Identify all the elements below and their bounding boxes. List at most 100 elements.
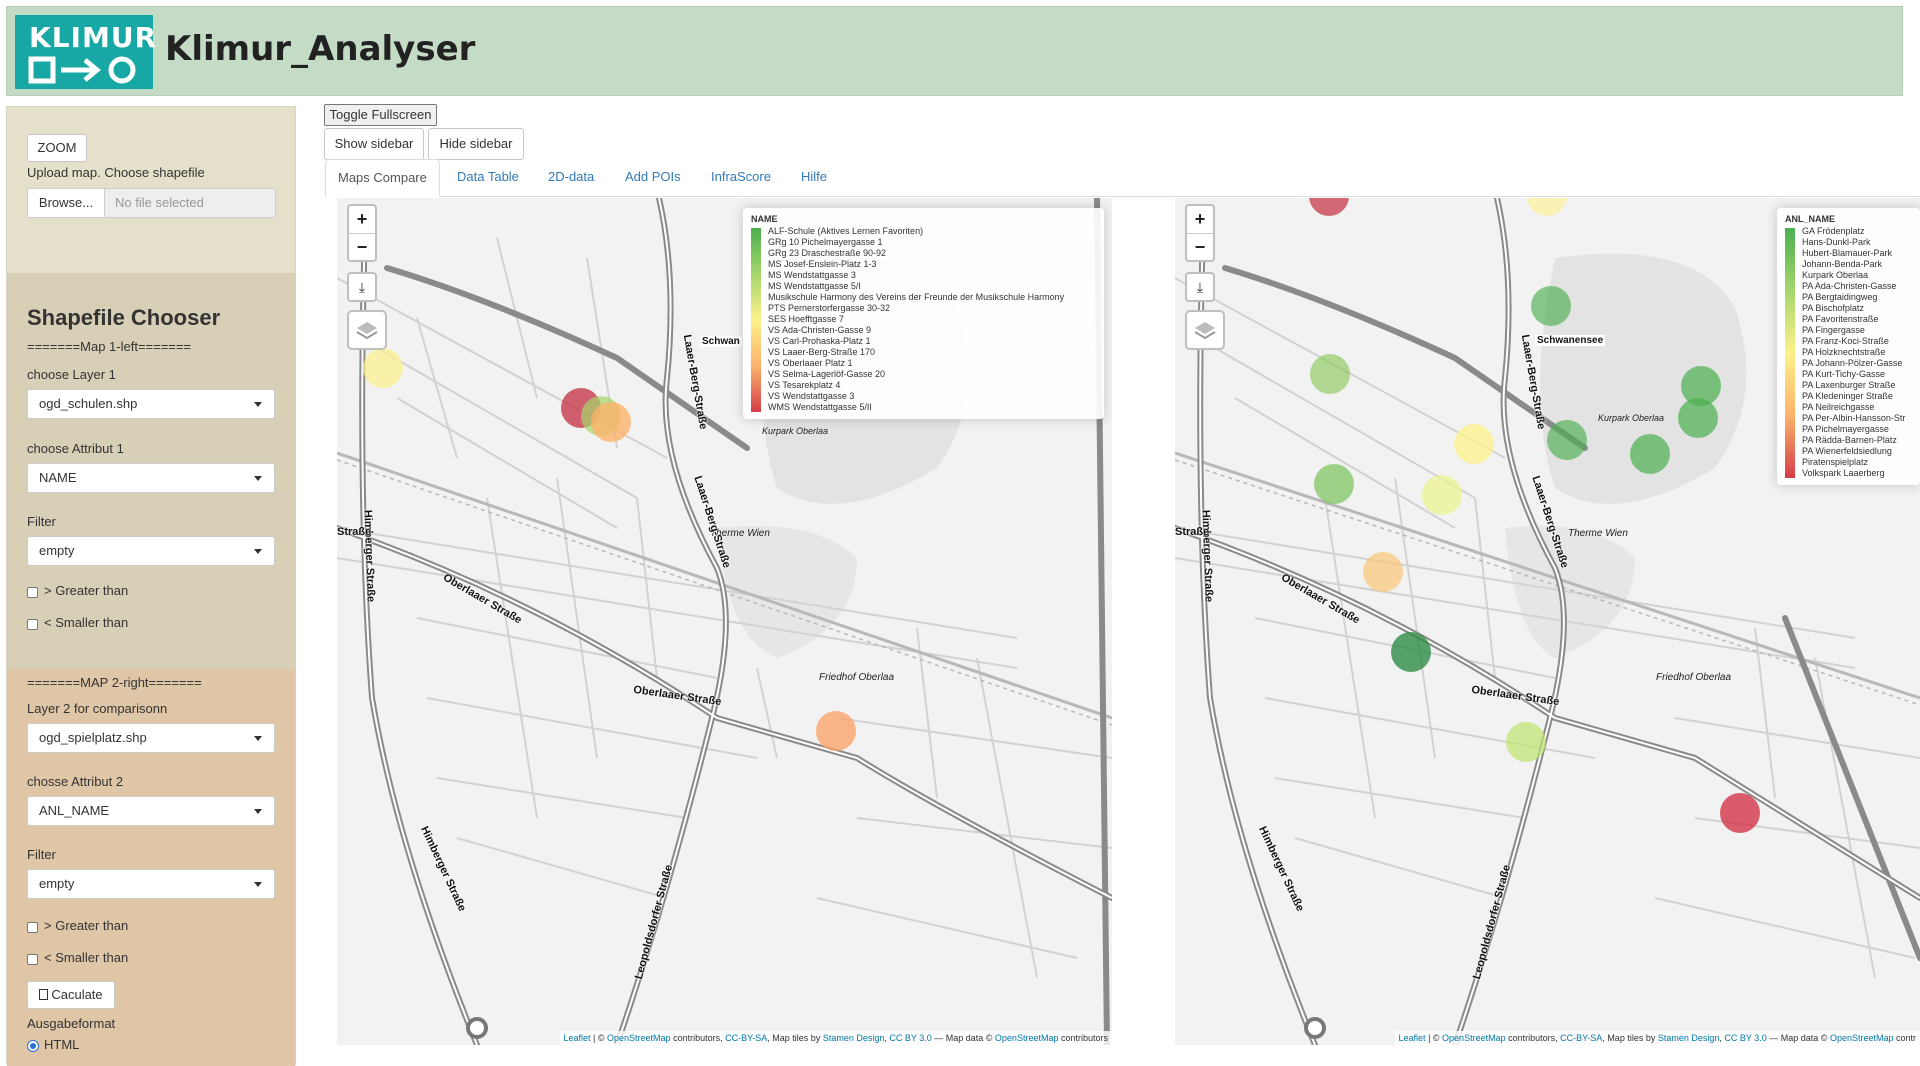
tab-bar: Maps Compare Data Table 2D-data Add POIs… <box>325 159 1920 197</box>
html-radio-label: HTML <box>44 1037 80 1052</box>
map1-heading: =======Map 1-left======= <box>27 339 192 354</box>
tab-maps-compare[interactable]: Maps Compare <box>325 159 440 197</box>
legend-item: GRg 23 Draschestraße 90-92 <box>768 248 887 258</box>
download-icon[interactable]: ⤓ <box>1185 272 1215 302</box>
filter1-select[interactable]: empty <box>27 536 275 566</box>
playground-marker[interactable] <box>1314 464 1354 504</box>
attr1-select[interactable]: NAME <box>27 463 275 493</box>
tab-add-pois[interactable]: Add POIs <box>613 159 693 197</box>
smaller1-checkbox[interactable] <box>27 619 38 630</box>
hide-sidebar-button[interactable]: Hide sidebar <box>428 128 524 160</box>
playground-marker[interactable] <box>1391 632 1431 672</box>
legend-item: PA Kurt-Tichy-Gasse <box>1802 369 1886 379</box>
school-marker[interactable] <box>363 348 403 388</box>
calculate-button[interactable]: Caculate <box>27 981 115 1009</box>
zoom-in-button[interactable]: + <box>1187 206 1213 233</box>
attr-contrib: contributors, <box>1505 1033 1561 1043</box>
sidebar-map1-section: Shapefile Chooser =======Map 1-left=====… <box>7 273 295 669</box>
greater2-label: > Greater than <box>44 918 129 933</box>
map-left[interactable]: Therme Wien Friedhof Oberlaa Kurpark Obe… <box>337 198 1112 1045</box>
browse-button[interactable]: Browse... <box>27 188 105 218</box>
show-sidebar-button[interactable]: Show sidebar <box>324 128 424 160</box>
osm-link-2[interactable]: OpenStreetMap <box>1830 1033 1894 1043</box>
greater1-checkbox[interactable] <box>27 587 38 598</box>
ccby-link[interactable]: CC BY 3.0 <box>889 1033 931 1043</box>
playground-marker[interactable] <box>1678 398 1718 438</box>
html-radio[interactable] <box>27 1040 39 1052</box>
legend-item: VS Wendstattgasse 3 <box>768 391 855 401</box>
download-icon[interactable]: ⤓ <box>347 272 377 302</box>
playground-marker[interactable] <box>1363 552 1403 592</box>
greater2-checkbox[interactable] <box>27 922 38 933</box>
legend-item: Volkspark Laaerberg <box>1802 468 1885 478</box>
chevron-down-icon <box>254 736 262 741</box>
layer1-value: ogd_schulen.shp <box>39 396 138 411</box>
attr-sep: | © <box>1425 1033 1443 1043</box>
leaflet-link[interactable]: Leaflet <box>1399 1033 1426 1043</box>
map-right[interactable]: Schwanensee Kurpark Oberlaa Therme Wien … <box>1175 198 1920 1045</box>
smaller2-label: < Smaller than <box>44 950 129 965</box>
layer2-select[interactable]: ogd_spielplatz.shp <box>27 723 275 753</box>
zoom-out-button[interactable]: − <box>349 233 375 260</box>
greater1-label: > Greater than <box>44 583 129 598</box>
zoom-in-button[interactable]: + <box>349 206 375 233</box>
playground-marker[interactable] <box>1454 424 1494 464</box>
playground-marker[interactable] <box>1547 420 1587 460</box>
playground-marker[interactable] <box>1720 793 1760 833</box>
zoom-control: + − <box>347 204 377 262</box>
smaller2-checkbox[interactable] <box>27 954 38 965</box>
osm-link[interactable]: OpenStreetMap <box>1442 1033 1506 1043</box>
file-name-field[interactable]: No file selected <box>105 188 276 218</box>
osm-link-2[interactable]: OpenStreetMap <box>995 1033 1059 1043</box>
ccbysa-link[interactable]: CC-BY-SA <box>1560 1033 1602 1043</box>
toggle-fullscreen-button[interactable]: Toggle Fullscreen <box>324 104 437 126</box>
filter2-select[interactable]: empty <box>27 869 275 899</box>
map-label-therme-right: Therme Wien <box>1568 528 1628 539</box>
stamen-link[interactable]: Stamen Design <box>823 1033 885 1043</box>
playground-marker[interactable] <box>1630 434 1670 474</box>
legend-item: PA Per-Albin-Hansson-Str <box>1802 413 1906 423</box>
attr-tiles: , Map tiles by <box>1602 1033 1658 1043</box>
app-header: KLIMUR Klimur_Analyser <box>6 6 1903 96</box>
filter1-label: Filter <box>27 514 56 529</box>
leaflet-link[interactable]: Leaflet <box>564 1033 591 1043</box>
tab-hilfe[interactable]: Hilfe <box>789 159 839 197</box>
layer1-select[interactable]: ogd_schulen.shp <box>27 389 275 419</box>
layer1-label: choose Layer 1 <box>27 367 116 382</box>
file-upload: Browse... No file selected <box>27 188 276 218</box>
osm-link[interactable]: OpenStreetMap <box>607 1033 671 1043</box>
legend-item: WMS Wendstattgasse 5/II <box>768 402 872 412</box>
layers-icon[interactable] <box>1185 310 1225 350</box>
layers-icon[interactable] <box>347 310 387 350</box>
sidebar-upload-section: ZOOM Upload map. Choose shapefile Browse… <box>7 107 295 273</box>
tab-data-table[interactable]: Data Table <box>445 159 531 197</box>
legend-item: Hubert-Blamauer-Park <box>1802 248 1893 258</box>
legend-item: Hans-Dunkl-Park <box>1802 237 1871 247</box>
ccby-link[interactable]: CC BY 3.0 <box>1724 1033 1766 1043</box>
legend-item: Johann-Benda-Park <box>1802 259 1883 269</box>
playground-marker[interactable] <box>1506 722 1546 762</box>
stamen-link[interactable]: Stamen Design <box>1658 1033 1720 1043</box>
legend-left-title: NAME <box>751 214 778 224</box>
calculator-icon <box>39 989 49 1000</box>
legend-item: SES Hoefftgasse 7 <box>768 314 844 324</box>
legend-item: VS Laaer-Berg-Straße 170 <box>768 347 876 357</box>
tab-2d-data[interactable]: 2D-data <box>536 159 606 197</box>
legend-item: PA Laxenburger Straße <box>1802 380 1896 390</box>
legend-item: PA Ada-Christen-Gasse <box>1802 281 1897 291</box>
legend-item: GA Frödenplatz <box>1802 226 1865 236</box>
playground-marker[interactable] <box>1531 286 1571 326</box>
school-marker[interactable] <box>591 402 631 442</box>
zoom-out-button[interactable]: − <box>1187 233 1213 260</box>
zoom-control-right: + − <box>1185 204 1215 262</box>
playground-marker[interactable] <box>1422 475 1462 515</box>
zoom-button[interactable]: ZOOM <box>27 134 87 162</box>
tab-infrascore[interactable]: InfraScore <box>699 159 783 197</box>
attr2-value: ANL_NAME <box>39 803 110 818</box>
legend-right: ANL_NAME GA Frödenplatz Hans-Dunkl-Park Hu… <box>1777 208 1920 485</box>
legend-item: MS Josef-Enslein-Platz 1-3 <box>768 259 877 269</box>
playground-marker[interactable] <box>1310 354 1350 394</box>
attr2-select[interactable]: ANL_NAME <box>27 796 275 826</box>
ccbysa-link[interactable]: CC-BY-SA <box>725 1033 767 1043</box>
school-marker[interactable] <box>816 711 856 751</box>
